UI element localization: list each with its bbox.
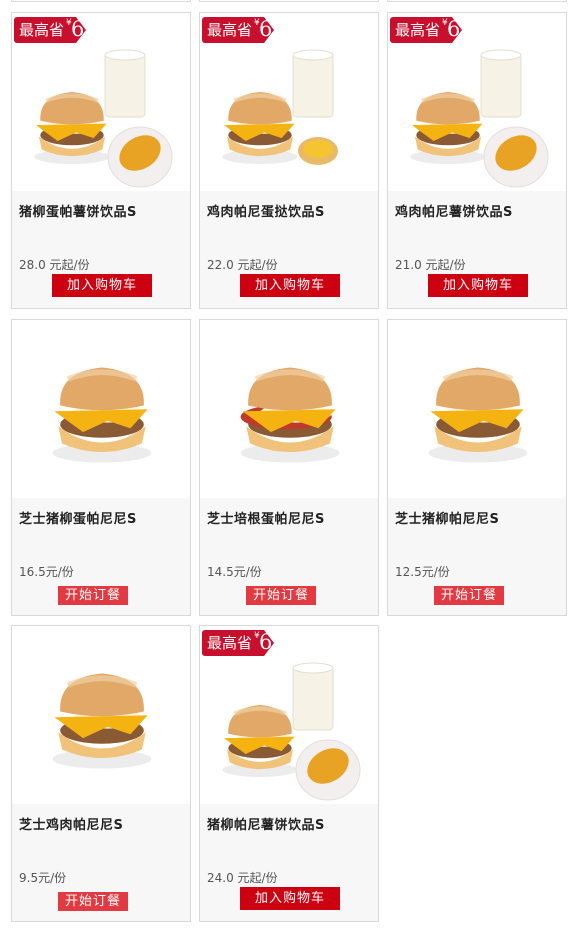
product-price: 24.0 元起/份 (207, 871, 278, 885)
product-card[interactable]: 芝士培根蛋帕尼尼S 14.5元/份 开始订餐 (199, 319, 379, 616)
start-order-button[interactable]: 开始订餐 (246, 586, 316, 605)
discount-badge: 最高省 ¥ 6 (14, 15, 88, 47)
add-to-cart-button[interactable]: 加入购物车 (52, 274, 152, 297)
product-card[interactable]: 芝士猪柳蛋帕尼尼S 16.5元/份 开始订餐 (11, 319, 191, 616)
badge-amount: 6 (259, 630, 273, 654)
product-image[interactable] (388, 320, 566, 498)
product-card[interactable]: 最高省 ¥ 6 鸡肉帕尼蛋挞饮品S 22.0 元起/份 加入购物车 (199, 12, 379, 309)
discount-badge: 最高省 ¥ 6 (202, 628, 276, 660)
product-price: 22.0 元起/份 (207, 258, 278, 272)
badge-amount: 6 (259, 17, 273, 41)
previous-row-card-edge (199, 0, 379, 2)
start-order-button[interactable]: 开始订餐 (58, 892, 128, 911)
product-card[interactable]: 最高省 ¥ 6 猪柳帕尼薯饼饮品S 24.0 元起/份 加入购物车 (199, 625, 379, 922)
product-image[interactable] (200, 320, 378, 498)
discount-badge: 最高省 ¥ 6 (390, 15, 464, 47)
product-name[interactable]: 猪柳帕尼薯饼饮品S (207, 814, 325, 833)
product-name[interactable]: 芝士培根蛋帕尼尼S (207, 508, 325, 527)
badge-amount: 6 (447, 17, 461, 41)
start-order-button[interactable]: 开始订餐 (58, 586, 128, 605)
product-price: 28.0 元起/份 (19, 258, 90, 272)
add-to-cart-button[interactable]: 加入购物车 (240, 274, 340, 297)
product-name[interactable]: 芝士猪柳帕尼尼S (395, 508, 499, 527)
product-name[interactable]: 芝士猪柳蛋帕尼尼S (19, 508, 137, 527)
product-price: 9.5元/份 (19, 871, 67, 885)
product-image[interactable] (12, 320, 190, 498)
product-name[interactable]: 鸡肉帕尼薯饼饮品S (395, 201, 513, 220)
badge-label: 最高省 (19, 21, 65, 39)
product-card[interactable]: 最高省 ¥ 6 猪柳蛋帕薯饼饮品S 28.0 元起/份 加入购物车 (11, 12, 191, 309)
discount-badge: 最高省 ¥ 6 (202, 15, 276, 47)
start-order-button[interactable]: 开始订餐 (434, 586, 504, 605)
product-name[interactable]: 芝士鸡肉帕尼尼S (19, 814, 123, 833)
badge-label: 最高省 (207, 634, 253, 652)
badge-amount: 6 (71, 17, 85, 41)
product-name[interactable]: 鸡肉帕尼蛋挞饮品S (207, 201, 325, 220)
badge-label: 最高省 (207, 21, 253, 39)
product-name[interactable]: 猪柳蛋帕薯饼饮品S (19, 201, 137, 220)
product-price: 16.5元/份 (19, 565, 74, 579)
product-price: 21.0 元起/份 (395, 258, 466, 272)
badge-label: 最高省 (395, 21, 441, 39)
product-price: 12.5元/份 (395, 565, 450, 579)
add-to-cart-button[interactable]: 加入购物车 (240, 887, 340, 910)
add-to-cart-button[interactable]: 加入购物车 (428, 274, 528, 297)
previous-row-card-edge (387, 0, 567, 2)
product-card[interactable]: 芝士鸡肉帕尼尼S 9.5元/份 开始订餐 (11, 625, 191, 922)
product-image[interactable] (12, 626, 190, 804)
product-card[interactable]: 芝士猪柳帕尼尼S 12.5元/份 开始订餐 (387, 319, 567, 616)
product-price: 14.5元/份 (207, 565, 262, 579)
previous-row-card-edge (11, 0, 191, 2)
product-card[interactable]: 最高省 ¥ 6 鸡肉帕尼薯饼饮品S 21.0 元起/份 加入购物车 (387, 12, 567, 309)
